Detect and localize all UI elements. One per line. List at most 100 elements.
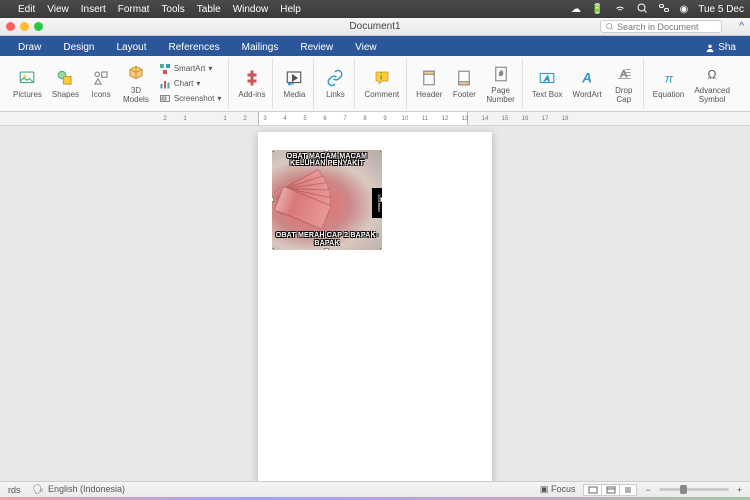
view-mode-buttons	[583, 484, 637, 496]
addins-button[interactable]: Add-ins	[235, 66, 268, 101]
print-layout-view-button[interactable]	[583, 484, 601, 496]
media-button[interactable]: Media	[279, 66, 309, 101]
zoom-out-button[interactable]: −	[645, 485, 650, 495]
page-number-label: Page Number	[486, 86, 514, 104]
search-box[interactable]	[600, 20, 722, 33]
inserted-image[interactable]: 1001fakta OBAT MACAM-MACAM KELUHAN PENYA…	[272, 150, 382, 250]
language-status[interactable]: 🗣English (Indonesia)	[33, 484, 125, 495]
minimize-window-button[interactable]	[20, 22, 29, 31]
document-canvas[interactable]: 1001fakta OBAT MACAM-MACAM KELUHAN PENYA…	[0, 126, 750, 481]
ruler-tick: 12	[435, 116, 455, 122]
ruler-tick: 2	[155, 116, 175, 122]
smartart-button[interactable]: SmartArt▾	[156, 62, 224, 76]
links-button[interactable]: Links	[320, 66, 350, 101]
focus-mode-button[interactable]: ▣ Focus	[540, 484, 576, 495]
ruler-tick: 3	[255, 116, 275, 122]
resize-handle-n[interactable]	[324, 150, 329, 152]
chart-button[interactable]: Chart▾	[156, 77, 224, 91]
menu-edit[interactable]: Edit	[18, 4, 35, 15]
icons-button[interactable]: Icons	[86, 66, 116, 101]
siri-icon[interactable]: ◉	[680, 4, 689, 15]
resize-handle-w[interactable]	[272, 197, 274, 202]
menubar-date[interactable]: Tue 5 Dec	[698, 4, 744, 15]
ruler-tick: 16	[515, 116, 535, 122]
tab-references[interactable]: References	[159, 39, 230, 56]
outline-view-button[interactable]	[619, 484, 637, 496]
link-icon	[325, 68, 345, 88]
share-button[interactable]: Sha	[699, 39, 742, 56]
page-content: 1001fakta OBAT MACAM-MACAM KELUHAN PENYA…	[272, 150, 382, 250]
web-layout-view-button[interactable]	[601, 484, 619, 496]
screenshot-icon	[159, 93, 171, 105]
ruler-tick: 10	[395, 116, 415, 122]
shapes-label: Shapes	[52, 90, 79, 99]
image-money-fan	[278, 176, 348, 226]
advanced-symbol-button[interactable]: ΩAdvanced Symbol	[691, 62, 733, 106]
resize-handle-e[interactable]	[380, 197, 382, 202]
share-icon	[705, 43, 715, 53]
word-count[interactable]: rds	[8, 485, 21, 495]
menu-tools[interactable]: Tools	[161, 4, 184, 15]
svg-text:A: A	[544, 74, 550, 83]
tab-review[interactable]: Review	[290, 39, 343, 56]
icons-icon	[91, 68, 111, 88]
menu-view[interactable]: View	[47, 4, 69, 15]
resize-handle-nw[interactable]	[272, 150, 274, 152]
tab-view[interactable]: View	[345, 39, 387, 56]
dropcap-label: Drop Cap	[615, 86, 632, 104]
resize-handle-sw[interactable]	[272, 248, 274, 250]
comment-icon	[372, 68, 392, 88]
search-icon[interactable]	[636, 2, 648, 17]
close-window-button[interactable]	[6, 22, 15, 31]
chevron-down-icon: ▾	[208, 64, 212, 73]
wifi-icon[interactable]	[614, 2, 626, 17]
wordart-button[interactable]: AWordArt	[570, 66, 605, 101]
header-icon	[419, 68, 439, 88]
equation-button[interactable]: πEquation	[650, 66, 688, 101]
menu-window[interactable]: Window	[233, 4, 269, 15]
chevron-down-icon: ▾	[217, 94, 221, 103]
pictures-button[interactable]: Pictures	[10, 66, 45, 101]
menu-table[interactable]: Table	[197, 4, 221, 15]
advanced-symbol-label: Advanced Symbol	[694, 86, 730, 104]
screenshot-button[interactable]: Screenshot▾	[156, 92, 224, 106]
control-center-icon[interactable]	[658, 2, 670, 17]
focus-icon: ▣	[540, 484, 549, 494]
resize-handle-s[interactable]	[324, 248, 329, 250]
comment-button[interactable]: Comment	[361, 66, 402, 101]
tab-draw[interactable]: Draw	[8, 39, 51, 56]
menu-help[interactable]: Help	[280, 4, 301, 15]
tab-layout[interactable]: Layout	[106, 39, 156, 56]
textbox-icon: A	[537, 68, 557, 88]
3d-models-button[interactable]: 3D Models	[120, 62, 152, 106]
menu-insert[interactable]: Insert	[81, 4, 106, 15]
dropcap-button[interactable]: ADrop Cap	[609, 62, 639, 106]
battery-icon[interactable]: 🔋	[591, 4, 603, 15]
zoom-slider[interactable]	[659, 488, 729, 491]
pictures-label: Pictures	[13, 90, 42, 99]
ruler-tick: 5	[295, 116, 315, 122]
textbox-button[interactable]: AText Box	[529, 66, 566, 101]
shapes-button[interactable]: Shapes	[49, 66, 82, 101]
search-input[interactable]	[617, 22, 717, 32]
maximize-window-button[interactable]	[34, 22, 43, 31]
zoom-slider-thumb[interactable]	[680, 485, 687, 494]
ribbon-collapse-icon[interactable]: ^	[739, 21, 744, 32]
tab-mailings[interactable]: Mailings	[232, 39, 289, 56]
resize-handle-ne[interactable]	[380, 150, 382, 152]
horizontal-ruler[interactable]: 2 1 1 2 3 4 5 6 7 8 9 10 11 12 13 14 15 …	[0, 112, 750, 126]
ribbon-tabs: Draw Design Layout References Mailings R…	[0, 36, 750, 56]
footer-button[interactable]: Footer	[449, 66, 479, 101]
page-number-button[interactable]: #Page Number	[483, 62, 517, 106]
zoom-in-button[interactable]: +	[737, 485, 742, 495]
header-button[interactable]: Header	[413, 66, 445, 101]
meme-top-text: OBAT MACAM-MACAM KELUHAN PENYAKIT	[272, 153, 382, 168]
tab-design[interactable]: Design	[53, 39, 104, 56]
resize-handle-se[interactable]	[380, 248, 382, 250]
svg-text:π: π	[665, 72, 674, 86]
cloud-icon[interactable]: ☁	[571, 4, 581, 15]
menu-format[interactable]: Format	[118, 4, 150, 15]
traffic-lights	[6, 22, 43, 31]
document-page[interactable]: 1001fakta OBAT MACAM-MACAM KELUHAN PENYA…	[258, 132, 492, 481]
status-bar: rds 🗣English (Indonesia) ▣ Focus − +	[0, 481, 750, 497]
